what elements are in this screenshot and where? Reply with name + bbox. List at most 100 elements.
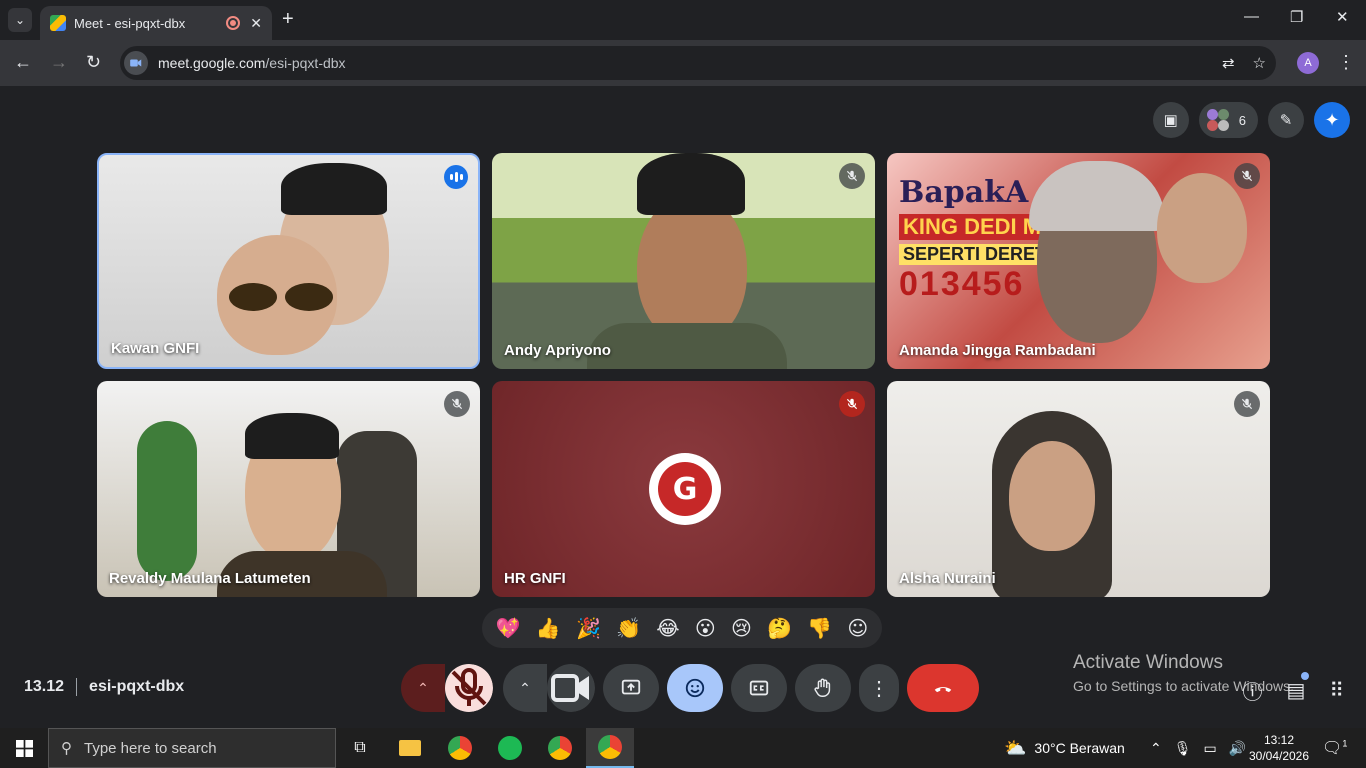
divider [76, 678, 78, 696]
reaction-thumbs-down[interactable]: 👎 [807, 616, 832, 640]
participant-name: Alsha Nuraini [899, 570, 996, 587]
meeting-details-info-icon[interactable]: ⓘ [1242, 676, 1262, 705]
spotify-icon[interactable] [486, 728, 534, 768]
pen-tool-button[interactable]: ✎ [1268, 102, 1304, 138]
reaction-heart[interactable]: 💖 [496, 616, 521, 640]
reaction-clap[interactable]: 👏 [616, 616, 641, 640]
gnfi-logo-avatar: G [649, 453, 721, 525]
participant-name: Amanda Jingga Rambadani [899, 342, 1096, 359]
add-reaction-icon[interactable]: ☺ [847, 616, 868, 640]
reactions-bar: 💖 👍 🎉 👏 😂 😮 😢 🤔 👎 ☺ [482, 608, 882, 648]
back-icon[interactable]: ← [14, 52, 32, 73]
participant-name: Andy Apriyono [504, 342, 611, 359]
site-info-icon[interactable] [124, 51, 148, 75]
meeting-info: 13.12 esi-pqxt-dbx [24, 678, 184, 696]
muted-mic-icon [444, 391, 470, 417]
notification-center-icon[interactable]: 🗨1 [1322, 738, 1347, 758]
chrome-icon[interactable] [436, 728, 484, 768]
top-actions: ▣ 6 ✎ ✦ [1152, 102, 1350, 138]
reload-icon[interactable]: ↻ [86, 52, 101, 73]
system-tray: ⌃ 🎙 ▭ 🔊 [1150, 728, 1246, 768]
taskbar-search-input[interactable]: ⚲ Type here to search [48, 728, 336, 768]
participant-tile[interactable]: Andy Apriyono [492, 153, 875, 369]
participant-count: 6 [1238, 112, 1246, 128]
reaction-thumbs-up[interactable]: 👍 [536, 616, 561, 640]
emoji-reactions-button[interactable] [667, 664, 723, 712]
notification-count: 1 [1342, 738, 1348, 749]
hide-self-view-button[interactable]: ▣ [1152, 102, 1189, 138]
camera-toggle-button[interactable] [547, 664, 595, 712]
muted-mic-icon [1234, 163, 1260, 189]
reaction-surprised[interactable]: 😮 [695, 616, 716, 640]
participant-name: HR GNFI [504, 570, 566, 587]
windows-taskbar: ⚲ Type here to search ⧉ ⛅ 30°C Berawan ⌃… [0, 728, 1366, 768]
participant-avatars-icon [1206, 109, 1229, 131]
participant-tile[interactable]: Kawan GNFI [97, 153, 480, 369]
reaction-party[interactable]: 🎉 [576, 616, 601, 640]
browser-tab[interactable]: Meet - esi-pqxt-dbx ✕ [40, 6, 272, 40]
meet-favicon-icon [50, 15, 66, 31]
meeting-code: esi-pqxt-dbx [89, 678, 185, 695]
raise-hand-button[interactable] [795, 664, 851, 712]
speaking-indicator-icon [444, 165, 468, 189]
chrome-profile-a-icon[interactable] [586, 728, 634, 768]
windows-start-icon[interactable] [0, 728, 48, 768]
reaction-laugh[interactable]: 😂 [656, 616, 679, 640]
leave-call-button[interactable] [907, 664, 979, 712]
taskbar-clock[interactable]: 13:12 30/04/2026 [1248, 732, 1310, 764]
restore-window-icon[interactable]: ❐ [1290, 8, 1303, 26]
address-bar[interactable]: meet.google.com/esi-pqxt-dbx ⇄ ☆ [120, 46, 1276, 80]
reaction-thinking[interactable]: 🤔 [767, 616, 792, 640]
battery-icon[interactable]: ▭ [1204, 740, 1217, 757]
search-icon: ⚲ [61, 740, 72, 757]
call-controls: ⌃ ⌃ ⋮ [401, 664, 979, 712]
show-hidden-icons-chevron-icon[interactable]: ⌃ [1150, 740, 1162, 757]
task-view-icon[interactable]: ⧉ [336, 728, 384, 768]
participant-name: Revaldy Maulana Latumeten [109, 570, 311, 587]
meeting-time: 13.12 [24, 678, 65, 695]
participant-tile[interactable]: Alsha Nuraini [887, 381, 1270, 597]
audio-settings-chevron-icon[interactable]: ⌃ [401, 664, 445, 712]
present-screen-button[interactable] [603, 664, 659, 712]
reaction-sad[interactable]: 😢 [731, 616, 752, 640]
participant-tile[interactable]: BapakA KING DEDI M SEPERTI DERET 013456 … [887, 153, 1270, 369]
mic-toggle-button[interactable] [445, 664, 493, 712]
url-text: meet.google.com/esi-pqxt-dbx [158, 55, 346, 71]
more-options-icon[interactable]: ⋮ [859, 664, 899, 712]
participant-tile[interactable]: G HR GNFI [492, 381, 875, 597]
weather-widget[interactable]: ⛅ 30°C Berawan [1004, 728, 1125, 768]
translate-icon[interactable]: ⇄ [1222, 54, 1235, 72]
activities-grid-icon[interactable]: ⠿ [1329, 678, 1344, 703]
chat-unread-dot [1301, 672, 1310, 680]
chrome-profile-ae-icon[interactable] [536, 728, 584, 768]
tab-search-button[interactable]: ⌄ [8, 8, 32, 32]
cloud-sun-icon: ⛅ [1004, 737, 1027, 758]
background-banner: BapakA KING DEDI M SEPERTI DERET 013456 [899, 175, 1051, 304]
tab-title: Meet - esi-pqxt-dbx [74, 15, 186, 31]
browser-menu-icon[interactable]: ⋮ [1337, 52, 1355, 73]
gemini-sparkle-icon[interactable]: ✦ [1314, 102, 1350, 138]
chat-icon[interactable]: ▤ [1286, 672, 1310, 703]
file-explorer-icon[interactable] [386, 728, 434, 768]
tab-close-icon[interactable]: ✕ [250, 15, 262, 32]
camera-control-group: ⌃ [503, 664, 595, 712]
side-panel-buttons: ⓘ ▤ ⠿ [1242, 672, 1344, 705]
microphone-icon[interactable]: 🎙 [1174, 740, 1192, 757]
participant-tile[interactable]: Revaldy Maulana Latumeten [97, 381, 480, 597]
volume-icon[interactable]: 🔊 [1229, 740, 1246, 757]
bookmark-star-icon[interactable]: ☆ [1253, 54, 1266, 72]
muted-mic-icon [1234, 391, 1260, 417]
meet-main: ▣ 6 ✎ ✦ Kawan GNFI Andy Apriyono BapakA … [0, 86, 1366, 728]
new-tab-button[interactable]: + [282, 8, 294, 31]
video-settings-chevron-icon[interactable]: ⌃ [503, 664, 547, 712]
browser-toolbar: ← → ↻ meet.google.com/esi-pqxt-dbx ⇄ ☆ A… [0, 40, 1366, 86]
mic-control-group: ⌃ [401, 664, 493, 712]
participant-video [637, 193, 747, 343]
captions-button[interactable] [731, 664, 787, 712]
close-window-icon[interactable]: ✕ [1336, 8, 1349, 26]
minimize-window-icon[interactable]: — [1244, 8, 1259, 25]
profile-avatar[interactable]: A [1297, 52, 1319, 74]
people-button[interactable]: 6 [1198, 102, 1258, 138]
forward-icon[interactable]: → [50, 52, 68, 73]
muted-mic-icon [839, 163, 865, 189]
